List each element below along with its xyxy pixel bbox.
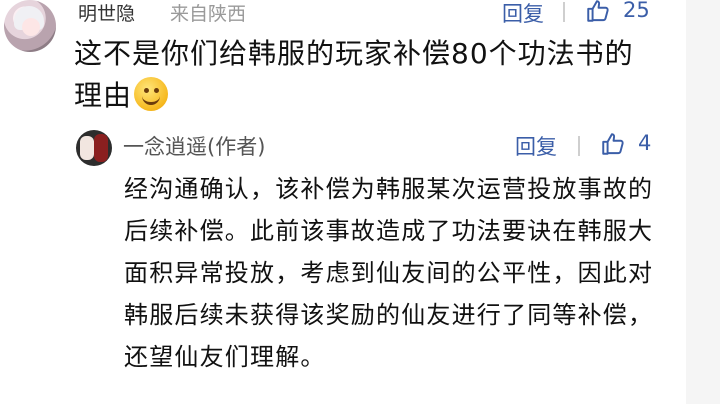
author-avatar[interactable] [76, 130, 112, 166]
reply-text: 经沟通确认，该补偿为韩服某次运营投放事故的后续补偿。此前该事故造成了功法要诀在韩… [124, 175, 654, 371]
smile-emoji-icon [134, 77, 169, 111]
divider [563, 2, 565, 22]
comment-text: 这不是你们给韩服的玩家补偿80个功法书的理由 [74, 33, 654, 117]
like-count: 25 [623, 0, 650, 22]
author-username[interactable]: 一念逍遥(作者) [123, 131, 265, 161]
thumbs-up-icon[interactable] [600, 131, 626, 157]
commenter-username[interactable]: 明世隐 [78, 0, 135, 26]
reply-button[interactable]: 回复 [515, 131, 557, 161]
thumbs-up-icon[interactable] [585, 0, 611, 24]
reply-button[interactable]: 回复 [502, 0, 544, 28]
commenter-location: 来自陕西 [170, 3, 247, 25]
like-count: 4 [638, 131, 652, 155]
divider [578, 136, 580, 156]
right-scroll-strip [686, 0, 720, 404]
avatar[interactable] [4, 0, 56, 52]
